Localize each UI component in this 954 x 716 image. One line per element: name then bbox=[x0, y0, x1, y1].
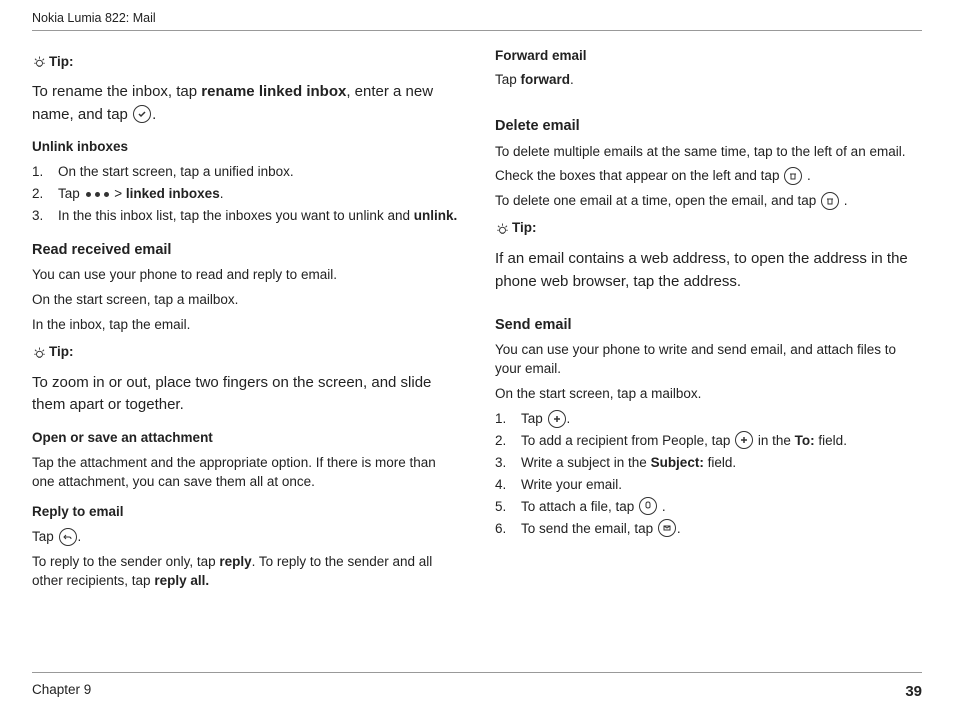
more-icon bbox=[86, 192, 109, 197]
ss3-bold: Subject: bbox=[651, 455, 704, 470]
ss6-end: . bbox=[677, 521, 681, 536]
ss5-pre: To attach a file, tap bbox=[521, 499, 638, 514]
send-step-3: Write a subject in the Subject: field. bbox=[495, 454, 922, 473]
unlink-step-3: In the this inbox list, tap the inboxes … bbox=[32, 207, 459, 226]
del-p3-pre: To delete one email at a time, open the … bbox=[495, 193, 820, 208]
column-right: Forward email Tap forward. Delete email … bbox=[495, 45, 922, 598]
send-step-5: To attach a file, tap . bbox=[495, 498, 922, 517]
header-rule bbox=[32, 30, 922, 31]
tip1-bold: rename linked inbox bbox=[201, 83, 346, 100]
unlink-list: On the start screen, tap a unified inbox… bbox=[32, 163, 459, 226]
s2-bold: linked inboxes bbox=[126, 186, 220, 201]
s1-end: . bbox=[567, 411, 571, 426]
tip3-label-text: Tip: bbox=[512, 219, 537, 238]
page-footer: Chapter 9 39 bbox=[32, 672, 922, 702]
del-p2-pre: Check the boxes that appear on the left … bbox=[495, 168, 783, 183]
ss2-pre: To add a recipient from People, tap bbox=[521, 433, 734, 448]
reply-p2: To reply to the sender only, tap reply. … bbox=[32, 553, 459, 591]
ss2-mid: in the bbox=[754, 433, 795, 448]
content-columns: Tip: To rename the inbox, tap rename lin… bbox=[32, 45, 922, 598]
ss3-pre: Write a subject in the bbox=[521, 455, 651, 470]
del-p2-end: . bbox=[803, 168, 811, 183]
reply-p1-pre: Tap bbox=[32, 529, 58, 544]
tip3-text: If an email contains a web address, to o… bbox=[495, 248, 922, 293]
reply-p2-b1: reply bbox=[219, 554, 251, 569]
reply-p2-b2: reply all. bbox=[154, 573, 209, 588]
read-p3: In the inbox, tap the email. bbox=[32, 316, 459, 335]
fwd-bold: forward bbox=[521, 72, 571, 87]
heading-delete: Delete email bbox=[495, 116, 922, 136]
heading-attachment: Open or save an attachment bbox=[32, 429, 459, 448]
del-p3-end: . bbox=[840, 193, 848, 208]
heading-read: Read received email bbox=[32, 240, 459, 260]
send-step-4: Write your email. bbox=[495, 476, 922, 495]
s3-bold: unlink. bbox=[414, 208, 458, 223]
tip1-pre: To rename the inbox, tap bbox=[32, 83, 201, 100]
heading-forward: Forward email bbox=[495, 47, 922, 66]
column-left: Tip: To rename the inbox, tap rename lin… bbox=[32, 45, 459, 598]
plus-icon bbox=[735, 431, 753, 449]
ss6-pre: To send the email, tap bbox=[521, 521, 657, 536]
delete-p2: Check the boxes that appear on the left … bbox=[495, 167, 922, 186]
tip-label-1: Tip: bbox=[32, 53, 459, 72]
ss5-end: . bbox=[658, 499, 666, 514]
heading-send: Send email bbox=[495, 315, 922, 335]
ss2-bold: To: bbox=[795, 433, 815, 448]
forward-p1: Tap forward. bbox=[495, 71, 922, 90]
ss2-end: field. bbox=[815, 433, 847, 448]
unlink-step-2: Tap > linked inboxes. bbox=[32, 185, 459, 204]
reply-icon bbox=[59, 528, 77, 546]
s1-pre: Tap bbox=[521, 411, 547, 426]
lightbulb-icon bbox=[32, 346, 47, 361]
tip2-label-text: Tip: bbox=[49, 343, 74, 362]
send-list: Tap . To add a recipient from People, ta… bbox=[495, 410, 922, 538]
tip1-end: . bbox=[152, 106, 156, 123]
delete-p1: To delete multiple emails at the same ti… bbox=[495, 143, 922, 162]
ss3-end: field. bbox=[704, 455, 736, 470]
reply-p1: Tap . bbox=[32, 528, 459, 547]
send-step-1: Tap . bbox=[495, 410, 922, 429]
tip-label-3: Tip: bbox=[495, 219, 922, 238]
s2-mid: > bbox=[111, 186, 126, 201]
s2-end: . bbox=[220, 186, 224, 201]
tip-label-text: Tip: bbox=[49, 53, 74, 72]
lightbulb-icon bbox=[32, 55, 47, 70]
attach-p1: Tap the attachment and the appropriate o… bbox=[32, 454, 459, 492]
read-p2: On the start screen, tap a mailbox. bbox=[32, 291, 459, 310]
heading-unlink: Unlink inboxes bbox=[32, 138, 459, 157]
read-p1: You can use your phone to read and reply… bbox=[32, 266, 459, 285]
plus-icon bbox=[548, 410, 566, 428]
reply-p2-pre: To reply to the sender only, tap bbox=[32, 554, 219, 569]
heading-reply: Reply to email bbox=[32, 503, 459, 522]
send-step-2: To add a recipient from People, tap in t… bbox=[495, 432, 922, 451]
send-p1: You can use your phone to write and send… bbox=[495, 341, 922, 379]
chapter-label: Chapter 9 bbox=[32, 681, 91, 702]
tip1-text: To rename the inbox, tap rename linked i… bbox=[32, 81, 459, 126]
checkmark-icon bbox=[133, 105, 151, 123]
send-icon bbox=[658, 519, 676, 537]
s2-pre: Tap bbox=[58, 186, 84, 201]
attach-icon bbox=[639, 497, 657, 515]
tip2-text: To zoom in or out, place two fingers on … bbox=[32, 372, 459, 417]
fwd-pre: Tap bbox=[495, 72, 521, 87]
trash-icon bbox=[821, 192, 839, 210]
fwd-end: . bbox=[570, 72, 574, 87]
trash-icon bbox=[784, 167, 802, 185]
s3-pre: In the this inbox list, tap the inboxes … bbox=[58, 208, 414, 223]
reply-p1-end: . bbox=[78, 529, 82, 544]
doc-header: Nokia Lumia 822: Mail bbox=[32, 10, 922, 28]
send-step-6: To send the email, tap . bbox=[495, 520, 922, 539]
send-p2: On the start screen, tap a mailbox. bbox=[495, 385, 922, 404]
unlink-step-1: On the start screen, tap a unified inbox… bbox=[32, 163, 459, 182]
delete-p3: To delete one email at a time, open the … bbox=[495, 192, 922, 211]
page-number: 39 bbox=[905, 681, 922, 702]
lightbulb-icon bbox=[495, 222, 510, 237]
tip-label-2: Tip: bbox=[32, 343, 459, 362]
